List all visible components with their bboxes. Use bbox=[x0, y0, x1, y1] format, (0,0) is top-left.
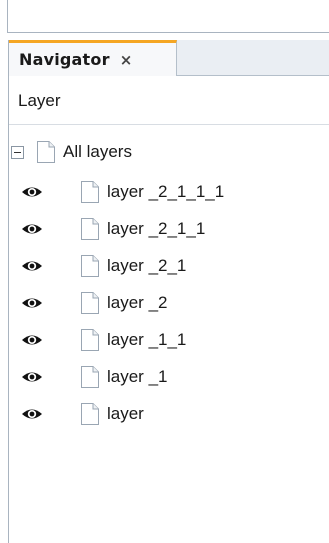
document-icon bbox=[80, 291, 100, 315]
document-icon bbox=[80, 328, 100, 352]
eye-icon[interactable] bbox=[21, 407, 43, 421]
top-empty-area bbox=[0, 0, 329, 33]
tab-title: Navigator bbox=[19, 50, 110, 69]
layer-row[interactable]: layer _2_1_1_1 bbox=[9, 174, 329, 211]
divider-horizontal bbox=[7, 32, 329, 33]
document-icon bbox=[80, 402, 100, 426]
eye-icon[interactable] bbox=[21, 296, 43, 310]
document-icon bbox=[80, 254, 100, 278]
tab-strip: Navigator × bbox=[9, 40, 329, 76]
document-icon bbox=[36, 140, 56, 164]
tab-navigator[interactable]: Navigator × bbox=[9, 40, 177, 76]
layer-label: layer _2_1_1_1 bbox=[107, 182, 225, 201]
divider-vertical bbox=[7, 0, 8, 33]
eye-icon[interactable] bbox=[21, 370, 43, 384]
layer-row[interactable]: layer bbox=[9, 396, 329, 433]
layer-row[interactable]: layer _1_1 bbox=[9, 322, 329, 359]
column-header[interactable]: Layer bbox=[9, 77, 329, 125]
eye-icon[interactable] bbox=[21, 185, 43, 199]
document-icon bbox=[80, 365, 100, 389]
layer-label: layer bbox=[107, 404, 144, 423]
eye-icon[interactable] bbox=[21, 222, 43, 236]
layer-label: layer _1 bbox=[107, 367, 168, 386]
close-icon[interactable]: × bbox=[120, 51, 133, 69]
layer-row[interactable]: layer _1 bbox=[9, 359, 329, 396]
layer-row[interactable]: layer _2_1_1 bbox=[9, 211, 329, 248]
layer-label: layer _2_1_1 bbox=[107, 219, 206, 238]
layer-label: layer _1_1 bbox=[107, 330, 187, 349]
document-icon bbox=[80, 217, 100, 241]
layer-row[interactable]: layer _2_1 bbox=[9, 248, 329, 285]
eye-icon[interactable] bbox=[21, 333, 43, 347]
layer-row[interactable]: layer _2 bbox=[9, 285, 329, 322]
collapse-minus-icon[interactable] bbox=[11, 146, 24, 159]
tree-root-label: All layers bbox=[63, 142, 132, 161]
column-header-label: Layer bbox=[18, 90, 61, 110]
document-icon bbox=[80, 180, 100, 204]
layer-label: layer _2 bbox=[107, 293, 168, 312]
layer-label: layer _2_1 bbox=[107, 256, 187, 275]
eye-icon[interactable] bbox=[21, 259, 43, 273]
tree-root-row[interactable]: All layers bbox=[9, 134, 329, 171]
